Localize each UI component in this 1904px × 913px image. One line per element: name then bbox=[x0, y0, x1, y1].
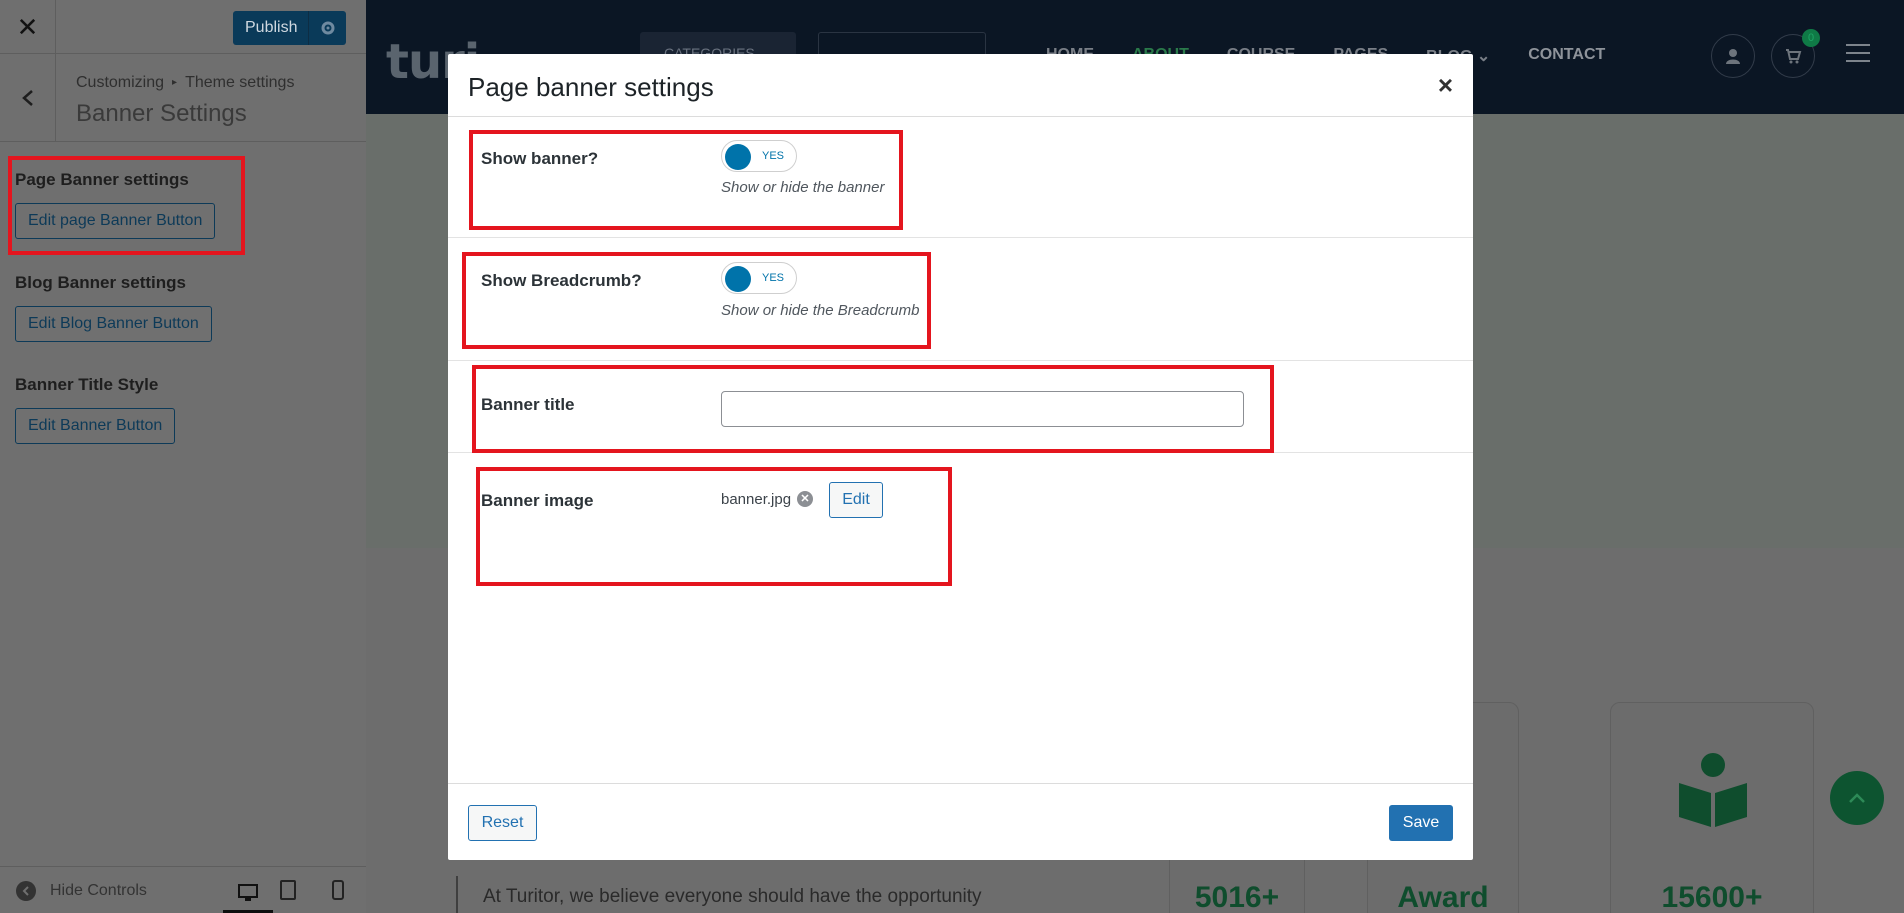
group-title: Page Banner settings bbox=[15, 170, 189, 189]
show-banner-toggle[interactable]: YES bbox=[721, 140, 797, 172]
modal-header: Page banner settings × bbox=[448, 54, 1473, 117]
tablet-preview-icon[interactable] bbox=[274, 877, 302, 903]
cart-icon[interactable]: 0 bbox=[1771, 29, 1820, 78]
reading-icon bbox=[1679, 753, 1747, 827]
nav-contact[interactable]: CONTACT bbox=[1528, 46, 1605, 66]
show-breadcrumb-label: Show Breadcrumb? bbox=[481, 271, 642, 290]
banner-title-style-group: Banner Title Style Edit Banner Button bbox=[15, 375, 176, 444]
toggle-state: YES bbox=[762, 272, 785, 284]
publish-label: Publish bbox=[245, 19, 298, 36]
page-banner-settings-modal: Page banner settings × Show banner? YES … bbox=[448, 54, 1473, 860]
desktop-preview-icon[interactable] bbox=[223, 876, 273, 913]
banner-image-row: Banner image banner.jpg ✕ Edit bbox=[448, 453, 1473, 573]
blog-banner-group: Blog Banner settings Edit Blog Banner Bu… bbox=[15, 273, 212, 342]
show-banner-label: Show banner? bbox=[481, 149, 599, 168]
stat-card: 15600+ bbox=[1610, 702, 1814, 913]
remove-image-icon[interactable]: ✕ bbox=[797, 491, 813, 507]
user-icon[interactable] bbox=[1711, 34, 1755, 78]
show-banner-hint: Show or hide the banner bbox=[721, 179, 885, 196]
show-breadcrumb-toggle[interactable]: YES bbox=[721, 262, 797, 294]
stat-value: Award bbox=[1397, 881, 1489, 913]
close-customizer-icon[interactable]: ✕ bbox=[0, 0, 56, 54]
hide-controls-label: Hide Controls bbox=[50, 882, 147, 899]
edit-page-banner-button[interactable]: Edit page Banner Button bbox=[15, 203, 216, 239]
group-title: Banner Title Style bbox=[15, 375, 159, 394]
stat-value: 15600+ bbox=[1661, 881, 1763, 913]
breadcrumb-root: Customizing bbox=[76, 74, 165, 91]
toggle-state: YES bbox=[762, 150, 785, 162]
toggle-knob bbox=[725, 266, 751, 292]
quote-bar bbox=[456, 876, 458, 913]
show-breadcrumb-row: Show Breadcrumb? YES Show or hide the Br… bbox=[448, 238, 1473, 361]
edit-image-button[interactable]: Edit bbox=[829, 482, 883, 518]
customizer-topbar: ✕ Publish bbox=[0, 0, 366, 54]
banner-title-input[interactable] bbox=[721, 391, 1244, 427]
save-button[interactable]: Save bbox=[1389, 805, 1453, 841]
modal-title: Page banner settings bbox=[468, 72, 714, 102]
collapse-icon bbox=[16, 881, 36, 901]
reset-button[interactable]: Reset bbox=[468, 805, 537, 841]
show-banner-row: Show banner? YES Show or hide the banner bbox=[448, 117, 1473, 238]
hide-controls-button[interactable]: Hide Controls bbox=[16, 881, 147, 901]
close-icon[interactable]: × bbox=[1438, 70, 1453, 101]
page-banner-group: Page Banner settings Edit page Banner Bu… bbox=[15, 170, 216, 239]
mobile-preview-icon[interactable] bbox=[324, 877, 352, 903]
about-text: At Turitor, we believe everyone should h… bbox=[483, 886, 982, 907]
modal-footer: Reset Save bbox=[448, 783, 1473, 860]
edit-banner-button[interactable]: Edit Banner Button bbox=[15, 408, 176, 444]
publish-button[interactable]: Publish bbox=[233, 11, 346, 45]
banner-title-row: Banner title bbox=[448, 361, 1473, 453]
scroll-to-top-button[interactable] bbox=[1830, 771, 1884, 825]
gear-icon[interactable] bbox=[308, 11, 346, 45]
customizer-section-header: Customizing ▸ Theme settings Banner Settin… bbox=[0, 54, 366, 142]
section-title: Banner Settings bbox=[76, 100, 247, 127]
breadcrumb-separator: ▸ bbox=[172, 77, 178, 88]
customizer-footer: Hide Controls bbox=[0, 866, 366, 913]
breadcrumb: Customizing ▸ Theme settings bbox=[76, 74, 294, 92]
hamburger-menu-icon[interactable] bbox=[1846, 44, 1870, 68]
cart-count-badge: 0 bbox=[1802, 29, 1820, 47]
edit-blog-banner-button[interactable]: Edit Blog Banner Button bbox=[15, 306, 212, 342]
banner-title-label: Banner title bbox=[481, 395, 575, 414]
back-arrow-icon[interactable] bbox=[0, 54, 56, 142]
stat-value: 5016+ bbox=[1194, 881, 1280, 913]
banner-image-filename: banner.jpg bbox=[721, 491, 792, 508]
customizer-sidebar: ✕ Publish Customizing ▸ Theme settings Ban… bbox=[0, 0, 366, 913]
banner-image-label: Banner image bbox=[481, 491, 594, 510]
group-title: Blog Banner settings bbox=[15, 273, 186, 292]
toggle-knob bbox=[725, 144, 751, 170]
show-breadcrumb-hint: Show or hide the Breadcrumb bbox=[721, 302, 920, 319]
breadcrumb-parent: Theme settings bbox=[185, 74, 295, 91]
